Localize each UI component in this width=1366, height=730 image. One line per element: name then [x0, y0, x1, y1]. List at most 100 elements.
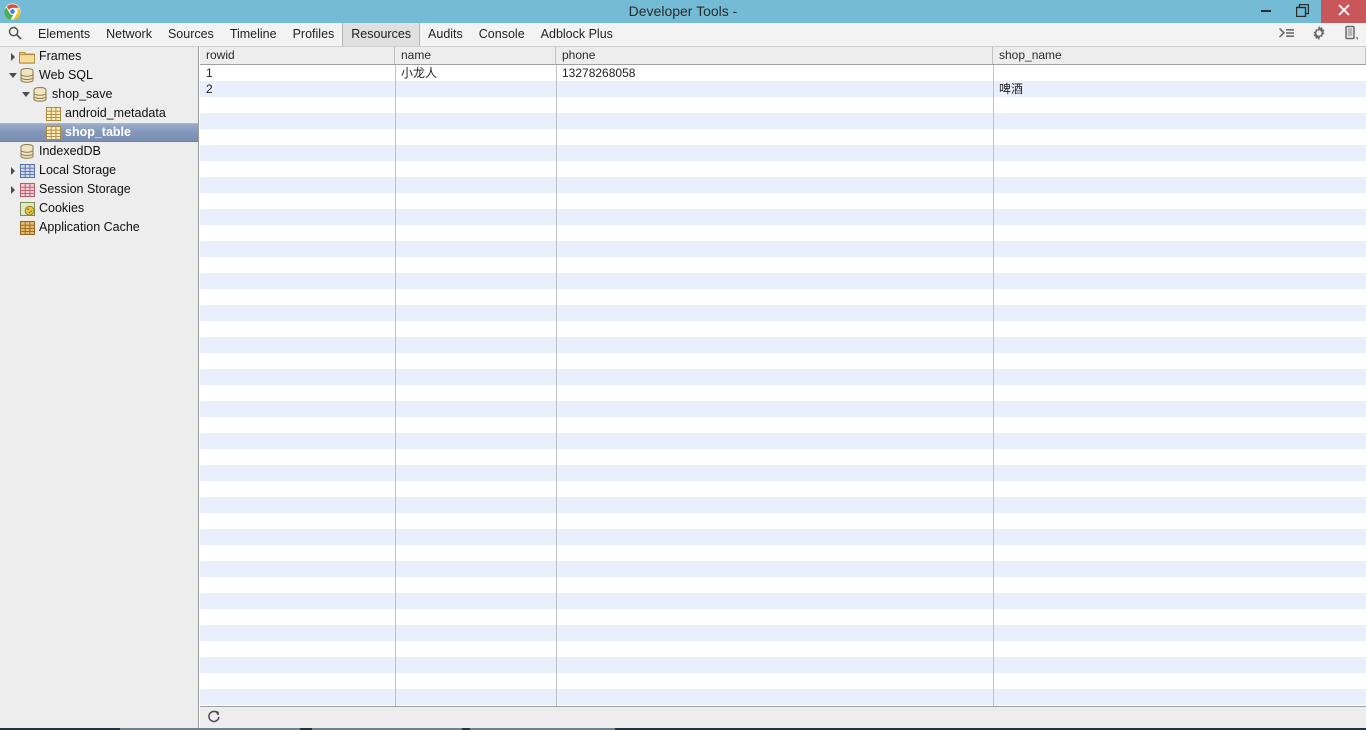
- sidebar-item-shop_save[interactable]: shop_save: [0, 85, 198, 104]
- table-row[interactable]: [200, 241, 1366, 257]
- sidebar-item-shop_table[interactable]: shop_table: [0, 123, 198, 142]
- console-drawer-button[interactable]: [1276, 23, 1298, 46]
- restore-button[interactable]: [1284, 0, 1321, 23]
- table-row[interactable]: [200, 177, 1366, 193]
- column-header-name[interactable]: name: [395, 47, 556, 64]
- table-row[interactable]: [200, 657, 1366, 673]
- chevron-right-icon[interactable]: [6, 180, 19, 199]
- console-drawer-icon: [1279, 26, 1295, 43]
- cell-phone[interactable]: 13278268058: [556, 65, 993, 81]
- tab-sources[interactable]: Sources: [160, 23, 222, 46]
- cell-name[interactable]: 小龙人: [395, 65, 556, 81]
- refresh-button[interactable]: [200, 707, 228, 728]
- sidebar-item-label: IndexedDB: [39, 144, 101, 158]
- table-row[interactable]: [200, 593, 1366, 609]
- table-row[interactable]: [200, 129, 1366, 145]
- tab-audits[interactable]: Audits: [420, 23, 471, 46]
- table-icon: [45, 106, 61, 122]
- cell-rowid[interactable]: 1: [200, 65, 395, 81]
- table-row[interactable]: [200, 353, 1366, 369]
- table-row[interactable]: [200, 625, 1366, 641]
- table-row[interactable]: [200, 577, 1366, 593]
- sidebar-item-label: Cookies: [39, 201, 85, 215]
- table-row[interactable]: [200, 273, 1366, 289]
- table-row[interactable]: [200, 433, 1366, 449]
- chevron-down-icon[interactable]: [19, 85, 32, 104]
- table-row[interactable]: [200, 417, 1366, 433]
- table-row[interactable]: [200, 321, 1366, 337]
- window-title: Developer Tools -: [628, 3, 738, 19]
- table-row[interactable]: [200, 513, 1366, 529]
- sidebar-item-android_metadata[interactable]: android_metadata: [0, 104, 198, 123]
- sidebar-item-web-sql[interactable]: Web SQL: [0, 66, 198, 85]
- search-icon: [8, 26, 22, 43]
- table-row[interactable]: [200, 337, 1366, 353]
- table-row[interactable]: [200, 561, 1366, 577]
- table-row[interactable]: [200, 97, 1366, 113]
- chevron-down-icon[interactable]: [6, 66, 19, 85]
- folder-icon: [19, 49, 35, 65]
- sidebar-item-indexeddb[interactable]: IndexedDB: [0, 142, 198, 161]
- sidebar-item-frames[interactable]: Frames: [0, 47, 198, 66]
- data-grid-body[interactable]: 1 小龙人 13278268058 2 啤酒: [200, 65, 1366, 706]
- cell-rowid[interactable]: 2: [200, 81, 395, 97]
- column-divider[interactable]: [556, 65, 557, 706]
- table-row[interactable]: [200, 449, 1366, 465]
- table-row[interactable]: [200, 145, 1366, 161]
- toolbar-right-icons: [1276, 23, 1362, 46]
- close-button[interactable]: [1321, 0, 1366, 23]
- column-header-rowid[interactable]: rowid: [200, 47, 395, 64]
- table-row[interactable]: [200, 641, 1366, 657]
- device-mode-button[interactable]: [1340, 23, 1362, 46]
- column-divider[interactable]: [395, 65, 396, 706]
- table-row[interactable]: [200, 225, 1366, 241]
- sidebar-item-session-storage[interactable]: Session Storage: [0, 180, 198, 199]
- cell-shop_name[interactable]: 啤酒: [993, 81, 1366, 97]
- table-row[interactable]: [200, 369, 1366, 385]
- chevron-right-icon[interactable]: [6, 47, 19, 66]
- table-row[interactable]: [200, 257, 1366, 273]
- panel-tabs: Elements Network Sources Timeline Profiles Re…: [30, 23, 621, 46]
- table-row[interactable]: [200, 193, 1366, 209]
- settings-button[interactable]: [1308, 23, 1330, 46]
- table-row[interactable]: [200, 465, 1366, 481]
- column-header-shop_name[interactable]: shop_name: [993, 47, 1366, 64]
- refresh-icon: [207, 709, 221, 726]
- table-row[interactable]: [200, 161, 1366, 177]
- tab-profiles[interactable]: Profiles: [285, 23, 343, 46]
- chevron-right-icon[interactable]: [6, 161, 19, 180]
- tab-console[interactable]: Console: [471, 23, 533, 46]
- sidebar-item-local-storage[interactable]: Local Storage: [0, 161, 198, 180]
- table-row[interactable]: [200, 113, 1366, 129]
- minimize-button[interactable]: [1247, 0, 1284, 23]
- tab-elements[interactable]: Elements: [30, 23, 98, 46]
- table-row[interactable]: [200, 481, 1366, 497]
- table-row[interactable]: [200, 529, 1366, 545]
- session-storage-icon: [19, 182, 35, 198]
- tab-resources[interactable]: Resources: [342, 23, 421, 46]
- search-button[interactable]: [0, 23, 30, 46]
- tab-adblock-plus[interactable]: Adblock Plus: [533, 23, 621, 46]
- resources-sidebar[interactable]: Frames Web SQL shop_save android_metadata sh…: [0, 47, 199, 730]
- tab-network[interactable]: Network: [98, 23, 160, 46]
- column-header-phone[interactable]: phone: [556, 47, 993, 64]
- table-row[interactable]: [200, 689, 1366, 705]
- sidebar-item-label: shop_save: [52, 87, 113, 101]
- column-divider[interactable]: [993, 65, 994, 706]
- sidebar-item-application-cache[interactable]: Application Cache: [0, 218, 198, 237]
- sidebar-item-cookies[interactable]: Cookies: [0, 199, 198, 218]
- table-row[interactable]: [200, 609, 1366, 625]
- table-row[interactable]: [200, 673, 1366, 689]
- table-row[interactable]: [200, 305, 1366, 321]
- table-row[interactable]: [200, 545, 1366, 561]
- devtools-toolbar: Elements Network Sources Timeline Profiles Re…: [0, 23, 1366, 47]
- table-row[interactable]: [200, 385, 1366, 401]
- tab-timeline[interactable]: Timeline: [222, 23, 285, 46]
- table-row[interactable]: [200, 497, 1366, 513]
- table-row[interactable]: [200, 289, 1366, 305]
- table-row[interactable]: [200, 401, 1366, 417]
- table-row[interactable]: [200, 209, 1366, 225]
- sidebar-item-label: Frames: [39, 49, 82, 63]
